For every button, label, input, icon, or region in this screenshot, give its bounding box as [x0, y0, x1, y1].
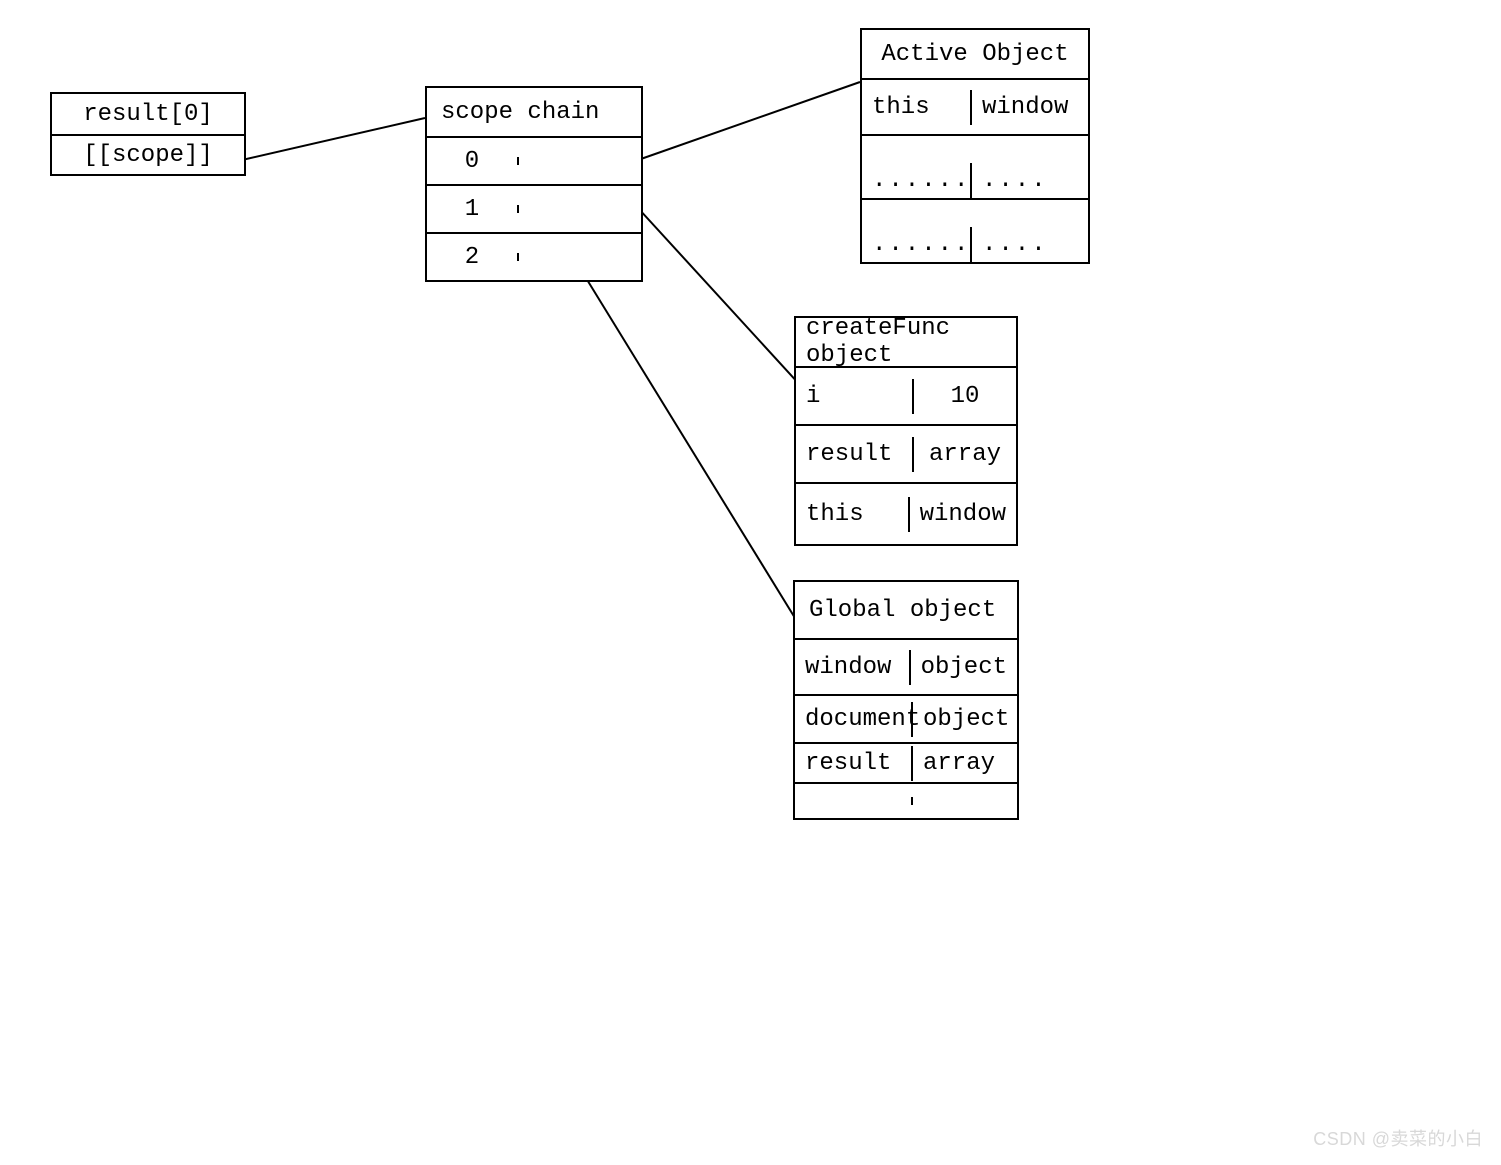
active-object-title: Active Object — [871, 37, 1078, 72]
scope-chain-index: 0 — [427, 144, 517, 179]
result-scope-label: [[scope]] — [73, 138, 223, 173]
scope-chain-index: 1 — [427, 192, 517, 227]
global-object-value — [911, 797, 1017, 805]
active-object-value: .... — [970, 163, 1088, 198]
scope-chain-ref-1 — [517, 205, 641, 213]
active-object-key: ...... — [862, 163, 970, 198]
watermark-text: CSDN @卖菜的小白 — [1313, 1125, 1483, 1151]
scope-chain-box: scope chain 0 1 2 — [425, 86, 643, 282]
create-func-key: i — [796, 379, 912, 414]
result-box: result[0] [[scope]] — [50, 92, 246, 176]
scope-chain-ref-2 — [517, 253, 641, 261]
global-object-value: object — [911, 702, 1019, 737]
active-object-value: .... — [970, 227, 1088, 262]
create-func-value: window — [908, 497, 1016, 532]
create-func-value: array — [912, 437, 1016, 472]
scope-chain-index: 2 — [427, 240, 517, 275]
active-object-box: Active Object this window ...... .... ..… — [860, 28, 1090, 264]
global-object-key — [795, 797, 911, 805]
global-object-key: window — [795, 650, 909, 685]
scope-chain-ref-0 — [517, 157, 641, 165]
global-object-box: Global object window object document obj… — [793, 580, 1019, 820]
diagram-canvas: result[0] [[scope]] scope chain 0 1 2 Ac… — [0, 0, 1501, 1165]
global-object-value: array — [911, 746, 1017, 781]
global-object-value: object — [909, 650, 1017, 685]
active-object-value: window — [970, 90, 1088, 125]
global-object-key: result — [795, 746, 911, 781]
result-title: result[0] — [73, 97, 223, 132]
create-func-key: result — [796, 437, 912, 472]
create-func-title: createFunc object — [796, 311, 1016, 373]
scope-chain-title: scope chain — [427, 95, 609, 130]
global-object-title: Global object — [795, 593, 1006, 628]
create-func-key: this — [796, 497, 908, 532]
create-func-box: createFunc object i 10 result array this… — [794, 316, 1018, 546]
global-object-key: document — [795, 702, 911, 737]
active-object-key: ...... — [862, 227, 970, 262]
active-object-key: this — [862, 90, 970, 125]
create-func-value: 10 — [912, 379, 1016, 414]
